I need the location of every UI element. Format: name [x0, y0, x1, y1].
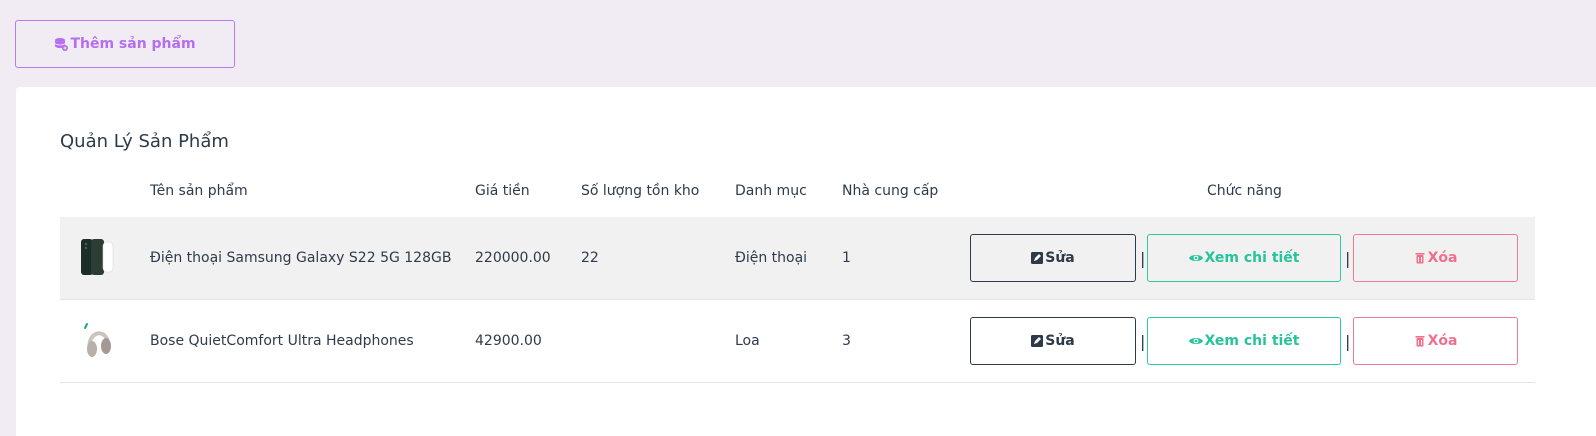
- trash-icon: [1415, 253, 1425, 264]
- action-separator: |: [1345, 248, 1351, 268]
- product-supplier: 3: [842, 333, 851, 349]
- product-stock: 22: [581, 250, 599, 266]
- delete-label: Xóa: [1427, 333, 1458, 349]
- add-product-button[interactable]: Thêm sản phẩm: [15, 20, 235, 68]
- edit-icon: [1031, 335, 1044, 347]
- product-name: Điện thoại Samsung Galaxy S22 5G 128GB: [150, 250, 452, 266]
- column-header-stock: Số lượng tồn kho: [581, 183, 700, 199]
- phone-thumbnail: [81, 239, 114, 275]
- add-product-label: Thêm sản phẩm: [70, 36, 196, 52]
- product-supplier: 1: [842, 250, 851, 266]
- product-price: 220000.00: [475, 250, 551, 266]
- product-management-panel: Quản Lý Sản Phẩm Tên sản phẩm Giá tiền S…: [16, 87, 1596, 436]
- view-details-label: Xem chi tiết: [1204, 333, 1300, 349]
- product-name: Bose QuietComfort Ultra Headphones: [150, 333, 414, 349]
- action-separator: |: [1140, 248, 1146, 268]
- edit-label: Sửa: [1045, 333, 1075, 349]
- column-header-supplier: Nhà cung cấp: [842, 183, 939, 199]
- table-row: Bose QuietComfort Ultra Headphones 42900…: [60, 300, 1535, 383]
- view-details-button[interactable]: Xem chi tiết: [1147, 317, 1341, 365]
- eye-icon: [1188, 338, 1203, 344]
- column-header-name: Tên sản phẩm: [150, 183, 248, 199]
- delete-label: Xóa: [1427, 250, 1458, 266]
- product-category: Điện thoại: [735, 250, 808, 266]
- view-details-button[interactable]: Xem chi tiết: [1147, 234, 1341, 282]
- action-separator: |: [1140, 331, 1146, 351]
- column-header-actions: Chức năng: [1207, 183, 1282, 199]
- column-header-price: Giá tiền: [475, 183, 530, 199]
- delete-button[interactable]: Xóa: [1353, 234, 1518, 282]
- edit-button[interactable]: Sửa: [970, 317, 1136, 365]
- table-row: Điện thoại Samsung Galaxy S22 5G 128GB 2…: [60, 217, 1535, 300]
- headphones-thumbnail: [84, 323, 111, 357]
- column-header-category: Danh mục: [735, 183, 807, 199]
- database-plus-icon: [55, 38, 69, 51]
- product-price: 42900.00: [475, 333, 542, 349]
- product-category: Loa: [735, 333, 760, 349]
- delete-button[interactable]: Xóa: [1353, 317, 1518, 365]
- action-separator: |: [1345, 331, 1351, 351]
- edit-label: Sửa: [1045, 250, 1075, 266]
- page-title: Quản Lý Sản Phẩm: [60, 131, 229, 152]
- edit-icon: [1031, 252, 1044, 264]
- eye-icon: [1188, 255, 1203, 261]
- trash-icon: [1415, 336, 1425, 347]
- view-details-label: Xem chi tiết: [1204, 250, 1300, 266]
- edit-button[interactable]: Sửa: [970, 234, 1136, 282]
